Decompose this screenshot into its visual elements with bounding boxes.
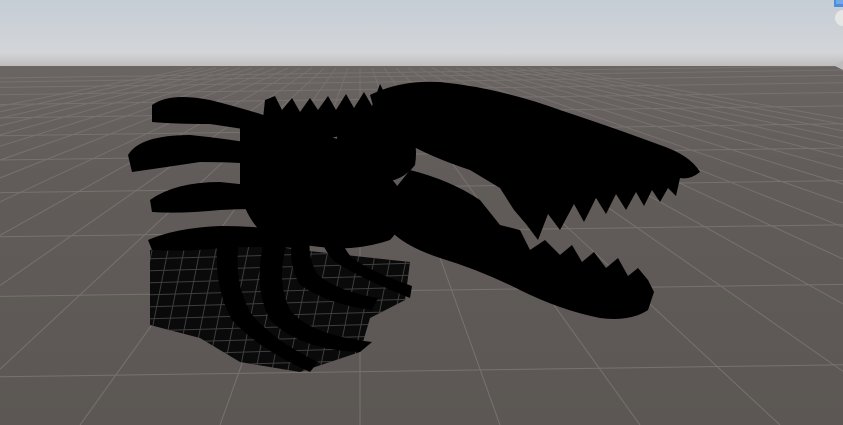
- scene-canvas[interactable]: [0, 0, 843, 425]
- axis-sphere-icon[interactable]: [835, 10, 843, 26]
- sky: [0, 0, 843, 70]
- orientation-gizmo[interactable]: [829, 0, 843, 80]
- axis-y-handle-icon[interactable]: [834, 0, 843, 7]
- axis-cone-icon[interactable]: [835, 60, 843, 70]
- scene-viewport[interactable]: [0, 0, 843, 425]
